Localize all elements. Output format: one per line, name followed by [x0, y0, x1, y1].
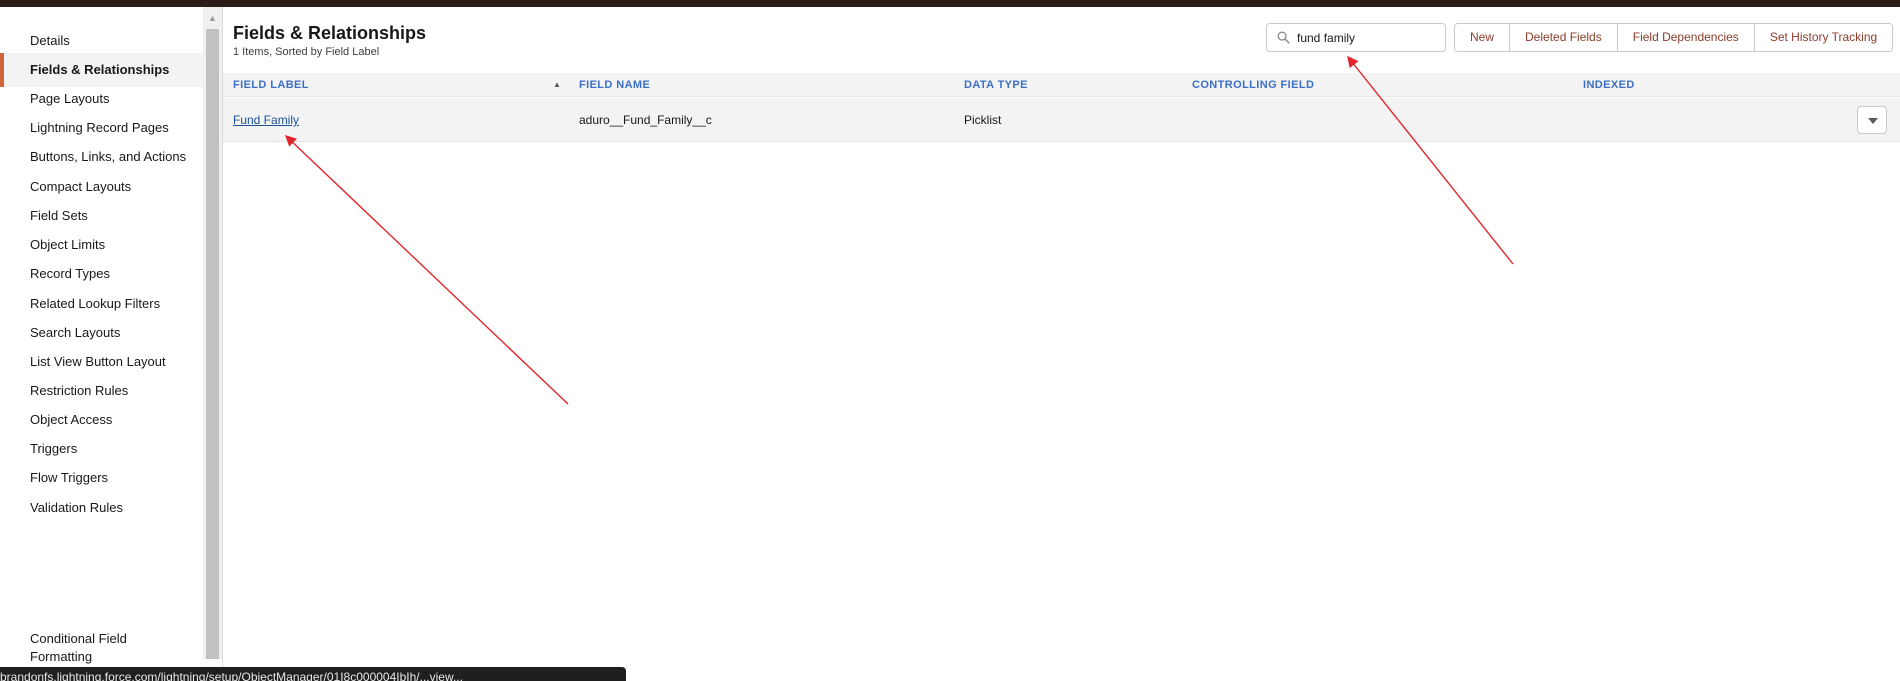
deleted-fields-button[interactable]: Deleted Fields: [1510, 24, 1618, 51]
column-header-controlling-field[interactable]: CONTROLLING FIELD: [1192, 73, 1314, 97]
table-row: Fund Family aduro__Fund_Family__c Pickli…: [223, 98, 1900, 142]
sidebar-item-validation-rules[interactable]: Validation Rules: [0, 491, 203, 525]
field-label-link[interactable]: Fund Family: [233, 98, 299, 142]
search-icon: [1277, 31, 1290, 44]
set-history-tracking-button[interactable]: Set History Tracking: [1754, 24, 1893, 51]
column-header-indexed[interactable]: INDEXED: [1583, 73, 1635, 97]
page-title: Fields & Relationships: [233, 23, 427, 43]
url-status-bar: brandonfs.lightning.force.com/lightning/…: [0, 667, 626, 681]
row-actions-menu-button[interactable]: [1857, 106, 1887, 134]
chevron-down-icon: [1868, 118, 1878, 124]
sort-ascending-icon[interactable]: ▲: [553, 73, 561, 97]
data-type-cell: Picklist: [964, 113, 1002, 127]
page-subtitle: 1 Items, Sorted by Field Label: [233, 46, 380, 58]
new-button[interactable]: New: [1455, 24, 1511, 51]
scroll-thumb[interactable]: [206, 29, 219, 659]
column-header-field-label[interactable]: FIELD LABEL: [233, 73, 309, 97]
quick-find-input[interactable]: [1297, 28, 1442, 48]
field-name-cell: aduro__Fund_Family__c: [579, 113, 712, 127]
column-header-data-type[interactable]: DATA TYPE: [964, 73, 1028, 97]
main-panel: Fields & Relationships 1 Items, Sorted b…: [222, 7, 1900, 681]
status-url-text: brandonfs.lightning.force.com/lightning/…: [0, 670, 463, 681]
scroll-up-arrow-icon[interactable]: ▲: [203, 11, 222, 25]
sidebar: Details Fields & Relationships Page Layo…: [0, 7, 203, 681]
sidebar-item-record-types[interactable]: Record Types: [0, 257, 203, 291]
sidebar-scrollbar[interactable]: ▲: [203, 7, 222, 659]
sidebar-item-buttons-links-actions[interactable]: Buttons, Links, and Actions: [0, 140, 203, 174]
sidebar-item-flow-triggers[interactable]: Flow Triggers: [0, 461, 203, 495]
toolbar-button-group: New Deleted Fields Field Dependencies Se…: [1454, 23, 1894, 52]
sidebar-item-conditional-field-formatting[interactable]: Conditional Field Formatting: [0, 630, 170, 670]
top-bar: [0, 0, 1900, 7]
table-header: FIELD LABEL ▲ FIELD NAME DATA TYPE CONTR…: [223, 73, 1900, 97]
column-header-field-name[interactable]: FIELD NAME: [579, 73, 650, 97]
quick-find-box[interactable]: [1266, 23, 1446, 52]
field-dependencies-button[interactable]: Field Dependencies: [1617, 24, 1755, 51]
